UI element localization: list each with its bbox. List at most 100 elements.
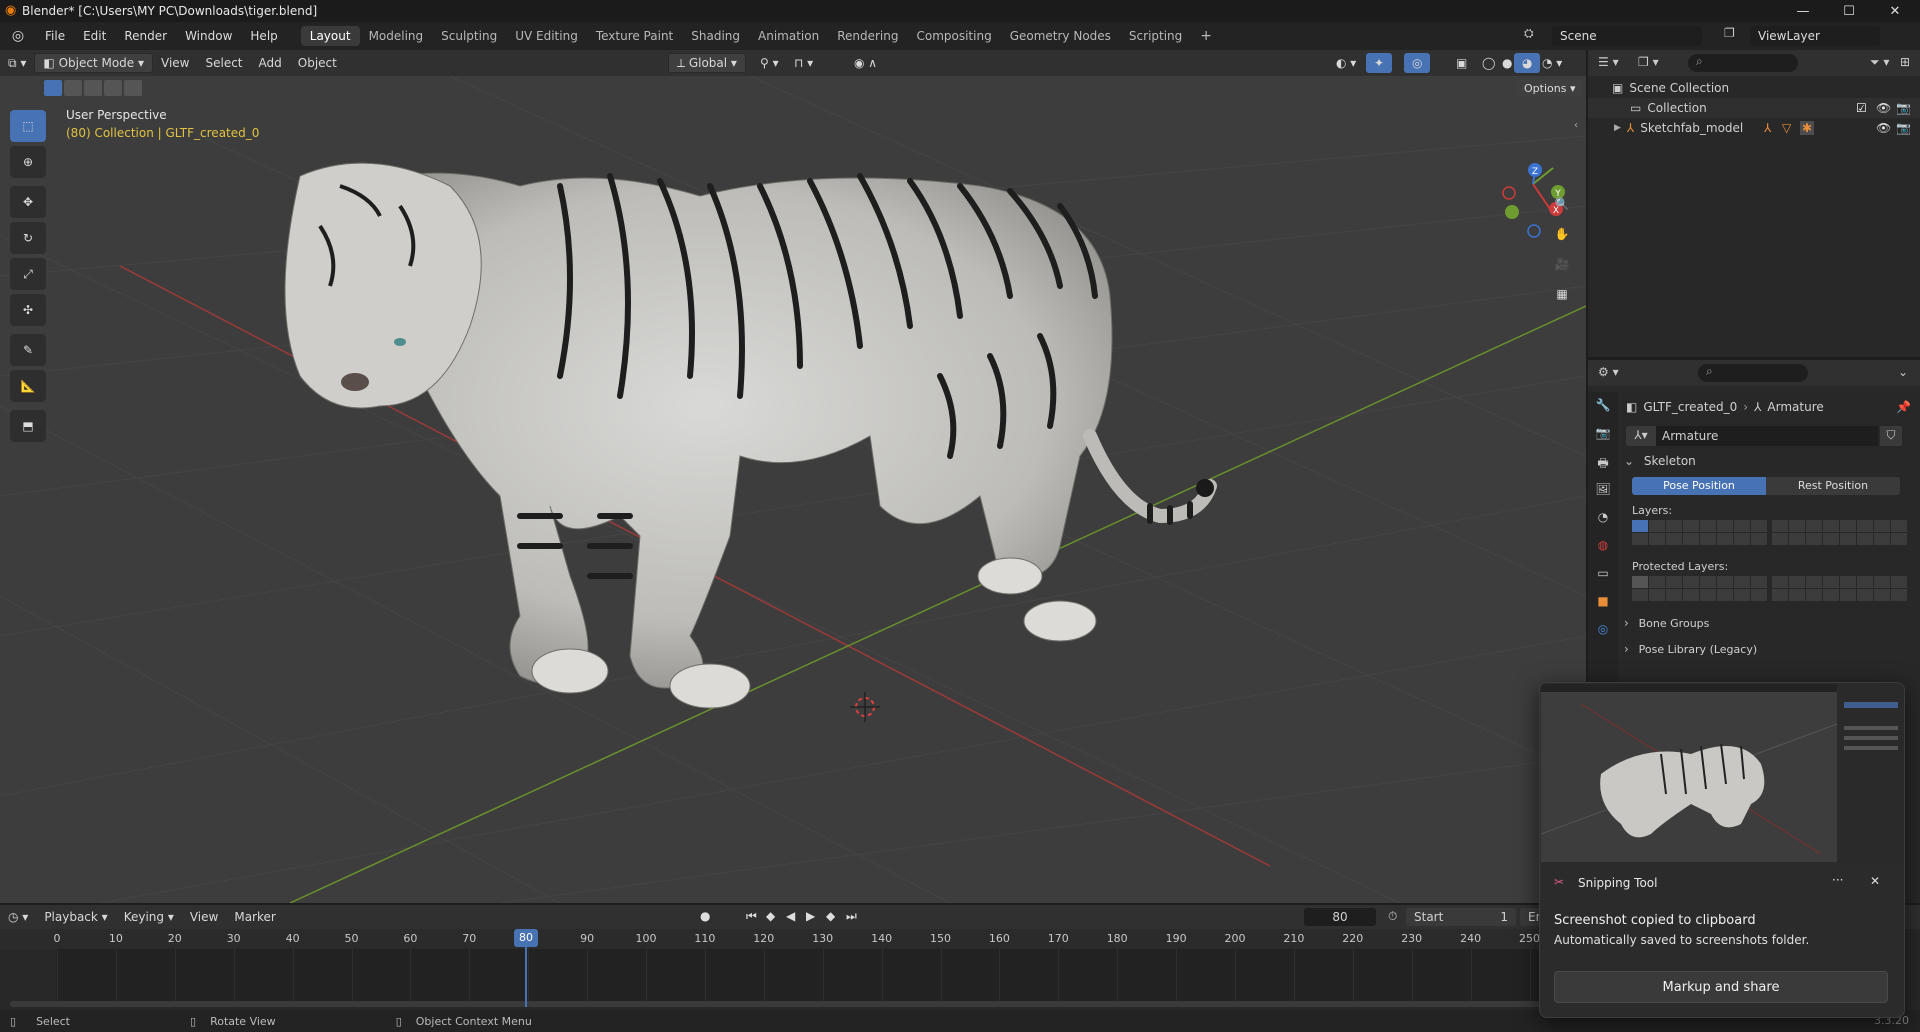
3d-viewport[interactable]: ⧉ ▾ ◧ Object Mode ▾ View Select Add Obje… [0, 50, 1586, 903]
properties-editor-type-icon[interactable]: ⚙ ▾ [1598, 365, 1619, 379]
expand-arrow-icon[interactable]: ▶ [1614, 123, 1621, 133]
gizmo-toggle-icon[interactable]: ✦ [1366, 53, 1393, 73]
tab-geometry-nodes[interactable]: Geometry Nodes [1001, 26, 1120, 46]
pose-position-button[interactable]: Pose Position [1632, 477, 1766, 495]
visibility-eye-icon[interactable]: 👁 [1876, 121, 1891, 135]
viewlayer-icon[interactable]: ❐ [1724, 26, 1744, 46]
skeleton-panel-header[interactable]: ⌄ Skeleton [1624, 454, 1914, 472]
bone-groups-panel-header[interactable]: › Bone Groups [1624, 616, 1914, 634]
datablock-name-field[interactable]: Armature [1656, 426, 1878, 446]
zoom-icon[interactable]: 🔍 [1548, 190, 1576, 218]
render-tab-icon[interactable]: 📷 [1588, 420, 1618, 448]
3d-cursor-icon[interactable] [850, 692, 880, 722]
protected-layers-grid-left[interactable] [1632, 576, 1767, 601]
pin-icon[interactable]: 📌 [1896, 400, 1911, 414]
camera-view-icon[interactable]: 🎥 [1548, 250, 1576, 278]
measure-tool-icon[interactable]: 📐 [10, 370, 46, 402]
blender-menu-icon[interactable]: ◎ [0, 28, 36, 44]
menu-object[interactable]: Object [290, 53, 345, 73]
pivot-point-icon[interactable]: ⚲ ▾ [752, 53, 787, 73]
constraints-tab-icon[interactable]: ◎ [1588, 616, 1618, 644]
collection-tab-icon[interactable]: ▭ [1588, 560, 1618, 588]
outliner-row-collection[interactable]: ▭ Collection ☑ 👁 📷 [1588, 98, 1920, 118]
output-tab-icon[interactable]: 🖶 [1588, 448, 1618, 476]
scene-icon[interactable]: ⛭ [1524, 26, 1544, 46]
view-layer-tab-icon[interactable]: 🖼 [1588, 476, 1618, 504]
timeline-track-area[interactable] [56, 949, 1540, 1005]
viewlayer-selector[interactable]: ViewLayer [1750, 26, 1880, 46]
pose-library-panel-header[interactable]: › Pose Library (Legacy) [1624, 642, 1914, 660]
snap-icon[interactable]: ⊓ ▾ [786, 53, 821, 73]
sidebar-toggle-icon[interactable]: ‹ [1574, 120, 1578, 131]
menu-keying[interactable]: Keying ▾ [116, 907, 182, 927]
markup-and-share-button[interactable]: Markup and share [1554, 971, 1888, 1003]
jump-start-icon[interactable]: ⏮ [746, 909, 757, 924]
annotate-tool-icon[interactable]: ✎ [10, 334, 46, 366]
menu-edit[interactable]: Edit [74, 29, 115, 43]
snipping-tool-notification[interactable]: ✂ Snipping Tool ··· ✕ Screenshot copied … [1539, 682, 1905, 1018]
current-frame-field[interactable]: 80 [1304, 908, 1376, 926]
next-keyframe-icon[interactable]: ◆ [826, 909, 835, 923]
render-camera-icon[interactable]: 📷 [1896, 101, 1911, 115]
maximize-button[interactable]: ☐ [1826, 0, 1872, 22]
scene-tab-icon[interactable]: ◔ [1588, 504, 1618, 532]
cursor-tool-icon[interactable]: ⊕ [10, 146, 46, 178]
tab-layout[interactable]: Layout [300, 26, 360, 46]
close-toast-button[interactable]: ✕ [1870, 874, 1880, 888]
editor-type-icon[interactable]: ⧉ ▾ [0, 53, 34, 73]
add-cube-tool-icon[interactable]: ⬒ [10, 410, 46, 442]
menu-window[interactable]: Window [176, 29, 241, 43]
protected-layers-grid-right[interactable] [1772, 576, 1907, 601]
xray-icon[interactable]: ▣ [1448, 53, 1475, 73]
transform-orientation-selector[interactable]: ⟂ Global ▾ [668, 53, 746, 73]
tab-rendering[interactable]: Rendering [828, 26, 907, 46]
menu-marker[interactable]: Marker [226, 907, 283, 927]
tool-tab-icon[interactable]: 🔧 [1588, 392, 1618, 420]
tab-sculpting[interactable]: Sculpting [432, 26, 506, 46]
tab-modeling[interactable]: Modeling [360, 26, 433, 46]
menu-help[interactable]: Help [241, 29, 286, 43]
outliner-editor-type-icon[interactable]: ☰ ▾ [1598, 55, 1619, 69]
prev-keyframe-icon[interactable]: ◆ [766, 909, 775, 923]
filter-icon[interactable]: ⏷ ▾ [1870, 55, 1889, 70]
tiger-model[interactable] [284, 162, 1217, 709]
record-icon[interactable]: ● [700, 909, 710, 923]
play-reverse-icon[interactable]: ◀ [786, 909, 795, 923]
layers-grid-right[interactable] [1772, 520, 1907, 545]
object-tab-icon[interactable]: ■ [1588, 588, 1618, 616]
menu-playback[interactable]: Playback ▾ [36, 907, 115, 927]
new-collection-icon[interactable]: ⊞ [1900, 55, 1910, 69]
menu-render[interactable]: Render [115, 29, 176, 43]
properties-options-icon[interactable]: ⌄ [1898, 365, 1908, 379]
menu-view[interactable]: View [153, 53, 197, 73]
playhead-frame-label[interactable]: 80 [514, 929, 538, 947]
minimize-button[interactable]: — [1780, 0, 1826, 22]
tab-shading[interactable]: Shading [682, 26, 749, 46]
overlay-toggle-icon[interactable]: ◎ [1404, 53, 1431, 73]
proportional-edit-icon[interactable]: ◉ ∧ [846, 53, 885, 73]
playhead-line[interactable] [525, 947, 527, 1007]
tab-scripting[interactable]: Scripting [1120, 26, 1191, 46]
perspective-toggle-icon[interactable]: ▦ [1548, 280, 1576, 308]
timeline-scrollbar[interactable] [10, 1001, 1540, 1007]
tab-texture-paint[interactable]: Texture Paint [587, 26, 682, 46]
outliner-search-input[interactable]: ⌕ [1688, 54, 1798, 72]
outliner-row-sketchfab-model[interactable]: ▶ ⅄ Sketchfab_model ⅄ ▽ ✱ 👁 📷 [1588, 118, 1920, 138]
fake-user-shield-icon[interactable]: ⛉ [1880, 426, 1902, 446]
frame-ruler[interactable]: 0 10 20 30 40 50 60 70 80 90 100 110 120 130 140 150 160… [0, 929, 1540, 949]
display-mode-icon[interactable]: ❐ ▾ [1638, 55, 1659, 69]
stopwatch-icon[interactable]: ⏱ [1388, 909, 1397, 924]
datablock-browse-icon[interactable]: ⅄▾ [1626, 426, 1656, 446]
menu-file[interactable]: File [36, 29, 74, 43]
start-frame-field[interactable]: Start 1 [1406, 908, 1516, 926]
jump-end-icon[interactable]: ⏭ [846, 909, 857, 924]
rotate-tool-icon[interactable]: ↻ [10, 222, 46, 254]
rest-position-button[interactable]: Rest Position [1766, 477, 1900, 495]
transform-tool-icon[interactable]: ✣ [10, 294, 46, 326]
add-workspace-button[interactable]: + [1191, 25, 1221, 47]
tab-uv-editing[interactable]: UV Editing [506, 26, 587, 46]
screenshot-thumbnail[interactable] [1541, 684, 1837, 862]
menu-add[interactable]: Add [251, 53, 290, 73]
rendered-shading-icon[interactable]: ◔ ▾ [1534, 53, 1570, 73]
scale-tool-icon[interactable]: ⤢ [10, 258, 46, 290]
